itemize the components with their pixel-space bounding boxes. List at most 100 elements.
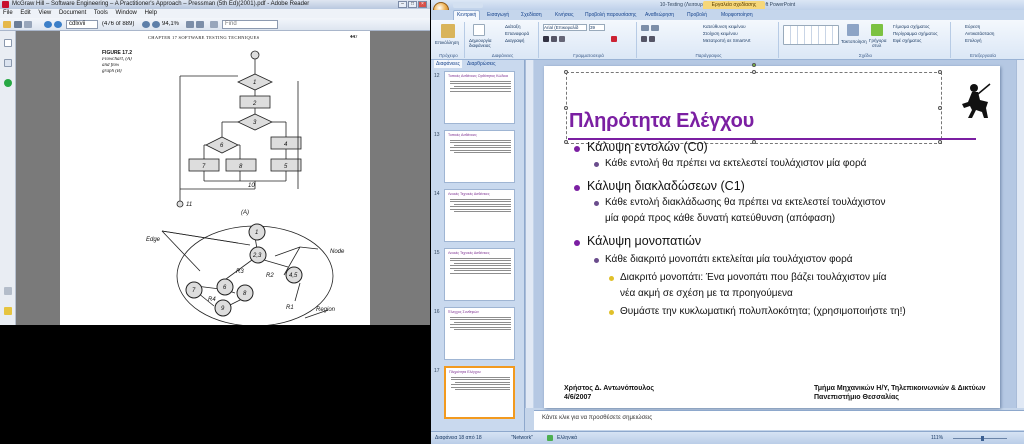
- resize-handle[interactable]: [938, 106, 942, 110]
- language-indicator[interactable]: Ελληνικά: [557, 432, 577, 444]
- previous-page-icon[interactable]: [44, 21, 52, 28]
- quick-styles-button-line-2[interactable]: στυλ: [872, 43, 881, 48]
- tab-format[interactable]: Μορφοποίηση: [721, 10, 753, 20]
- shape-outline-button[interactable]: Περίγραμμα σχήματος: [893, 31, 938, 36]
- layout-button[interactable]: Διάταξη: [505, 24, 520, 29]
- title-placeholder-selection[interactable]: [564, 63, 942, 144]
- fit-width-icon[interactable]: [196, 21, 204, 28]
- select-tool-icon[interactable]: [210, 21, 218, 28]
- thumbnail-text-line: [450, 83, 511, 84]
- slide-thumbnail[interactable]: Λευκές Τεχνικές Ασθένειες: [444, 189, 515, 242]
- new-slide-icon[interactable]: [473, 24, 485, 36]
- bookmarks-icon[interactable]: [4, 59, 12, 67]
- text-direction-button[interactable]: Κατεύθυνση κειμένου: [703, 24, 746, 29]
- paste-icon[interactable]: [441, 24, 455, 38]
- find-button[interactable]: Εύρεση: [965, 24, 980, 29]
- tab-review[interactable]: Αναθεώρηση: [645, 10, 674, 20]
- font-color-icon[interactable]: [611, 36, 617, 42]
- find-input[interactable]: Find: [222, 20, 278, 29]
- next-page-icon[interactable]: [54, 21, 62, 28]
- quick-access-toolbar[interactable]: [453, 2, 483, 8]
- minimize-button[interactable]: –: [398, 1, 407, 8]
- resize-handle[interactable]: [564, 70, 568, 74]
- replace-button[interactable]: Αντικατάσταση: [965, 31, 994, 36]
- tab-design[interactable]: Σχεδίαση: [521, 10, 542, 20]
- slide-thumbnail[interactable]: Τυπικές Ασθένειες: [444, 130, 515, 183]
- menu-document[interactable]: Document: [59, 10, 86, 16]
- resize-handle[interactable]: [564, 106, 568, 110]
- email-icon[interactable]: [24, 21, 32, 28]
- arrange-icon[interactable]: [847, 24, 859, 36]
- slide-thumbnail[interactable]: Πληρότητα Ελέγχου: [444, 366, 515, 419]
- align-center-icon[interactable]: [649, 36, 655, 42]
- pages-panel-icon[interactable]: [4, 39, 12, 47]
- tab-slides[interactable]: Διαφάνειες: [434, 60, 462, 68]
- flow-node-label: 10: [248, 183, 255, 189]
- tab-view[interactable]: Προβολή: [687, 10, 707, 20]
- slide-footer-left: Χρήστος Δ. Αντωνόπουλος 4/6/2007: [564, 384, 654, 402]
- zoom-slider-thumb[interactable]: [981, 436, 984, 441]
- slide-thumbnail[interactable]: Λευκές Τεχνικές Ασθένειες: [444, 248, 515, 301]
- slide-thumbnail[interactable]: Τυπικές Ασθένειες Ορθότητας Κώδικα: [444, 71, 515, 124]
- close-button[interactable]: ×: [418, 1, 427, 8]
- select-button[interactable]: Επιλογή: [965, 38, 982, 43]
- page-number-input[interactable]: cdlxvii: [66, 20, 98, 29]
- zoom-out-icon[interactable]: [142, 21, 150, 28]
- print-icon[interactable]: [14, 21, 22, 28]
- menu-file[interactable]: File: [3, 10, 13, 16]
- delete-button[interactable]: Διαγραφή: [505, 38, 524, 43]
- font-size-select[interactable]: 39: [589, 24, 605, 31]
- menu-help[interactable]: Help: [145, 10, 157, 16]
- slides-panel-scrollbar[interactable]: [525, 60, 533, 408]
- shapes-gallery[interactable]: [783, 25, 839, 45]
- signatures-icon[interactable]: [4, 79, 12, 87]
- shape-effects-button[interactable]: Εφέ σχήματος: [893, 38, 921, 43]
- fit-page-icon[interactable]: [186, 21, 194, 28]
- thumbnail-number: 14: [434, 191, 440, 197]
- new-slide-button-line-2[interactable]: διαφάνειας: [469, 43, 491, 48]
- menu-tools[interactable]: Tools: [94, 10, 108, 16]
- shape-fill-button[interactable]: Γέμισμα σχήματος: [893, 24, 930, 29]
- notes-pane[interactable]: Κάντε κλικ για να προσθέσετε σημειώσεις: [534, 410, 1024, 430]
- underline-icon[interactable]: [559, 36, 565, 42]
- italic-icon[interactable]: [551, 36, 557, 42]
- align-left-icon[interactable]: [641, 36, 647, 42]
- font-name-select[interactable]: Arial (Επικεφαλίδ: [543, 24, 587, 31]
- quick-styles-icon[interactable]: [871, 24, 883, 36]
- reset-button[interactable]: Επαναφορά: [505, 31, 529, 36]
- tab-slideshow[interactable]: Προβολή παρουσίασης: [585, 10, 636, 20]
- slide-thumbnail[interactable]: Έλεγχος Συνθηκών: [444, 307, 515, 360]
- open-folder-icon[interactable]: [3, 21, 11, 28]
- spellcheck-icon[interactable]: [547, 435, 553, 441]
- menu-window[interactable]: Window: [116, 10, 137, 16]
- current-slide[interactable]: Πληρότητα Ελέγχου Κάλυψη εντολών (C0) Κάθ…: [544, 63, 1000, 408]
- slide-vertical-scrollbar[interactable]: [1016, 60, 1024, 408]
- resize-handle[interactable]: [938, 140, 942, 144]
- zoom-in-icon[interactable]: [152, 21, 160, 28]
- arrange-button[interactable]: Τακτοποίηση: [841, 39, 867, 44]
- menu-edit[interactable]: Edit: [20, 10, 30, 16]
- paste-button[interactable]: Επικόλληση: [435, 40, 459, 45]
- attachments-icon[interactable]: [4, 287, 12, 295]
- convert-smartart-button[interactable]: Μετατροπή σε SmartArt: [703, 38, 751, 43]
- maximize-button[interactable]: □: [408, 1, 417, 8]
- menu-view[interactable]: View: [38, 10, 51, 16]
- rotate-handle[interactable]: [752, 63, 756, 67]
- tab-insert[interactable]: Εισαγωγή: [487, 10, 509, 20]
- comments-icon[interactable]: [4, 307, 12, 315]
- align-text-button[interactable]: Στοίχιση κειμένου: [703, 31, 738, 36]
- resize-handle[interactable]: [752, 140, 756, 144]
- zoom-slider[interactable]: [953, 438, 1007, 439]
- bold-icon[interactable]: [543, 36, 549, 42]
- resize-handle[interactable]: [752, 70, 756, 74]
- tab-outline[interactable]: Διαρθρώσεις: [467, 60, 496, 68]
- tab-animations[interactable]: Κινήσεις: [555, 10, 574, 20]
- bullets-icon[interactable]: [641, 25, 649, 31]
- zoom-level[interactable]: 94,1%: [162, 21, 179, 27]
- zoom-percentage[interactable]: 111%: [931, 432, 943, 444]
- tab-home[interactable]: Κεντρική: [453, 10, 481, 20]
- thumbnail-text-line: [450, 88, 511, 89]
- resize-handle[interactable]: [938, 70, 942, 74]
- numbering-icon[interactable]: [651, 25, 659, 31]
- resize-handle[interactable]: [564, 140, 568, 144]
